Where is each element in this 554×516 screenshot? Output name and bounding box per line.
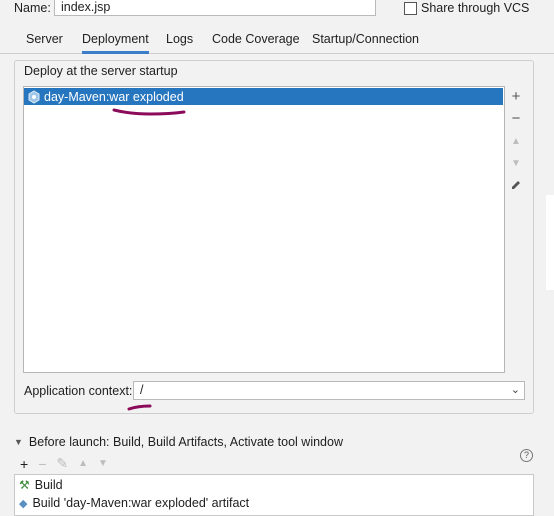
- hammer-icon: ⚒: [19, 478, 30, 492]
- share-vcs-label: Share through VCS: [421, 1, 530, 15]
- before-launch-list[interactable]: ⚒ Build ◆ Build 'day-Maven:war exploded'…: [14, 474, 534, 516]
- before-launch-header[interactable]: ▼ Before launch: Build, Build Artifacts,…: [14, 435, 343, 449]
- underline-annotation: [112, 108, 186, 116]
- edit-icon[interactable]: ✎: [56, 455, 68, 472]
- application-context-field[interactable]: / ⌄: [133, 381, 525, 400]
- name-field[interactable]: index.jsp: [54, 0, 376, 16]
- tab-deployment[interactable]: Deployment: [82, 32, 149, 54]
- move-up-icon[interactable]: ▲: [78, 458, 88, 469]
- move-down-icon[interactable]: ▼: [98, 458, 108, 469]
- before-launch-item-label: Build: [34, 478, 63, 492]
- artifact-icon: [28, 89, 40, 104]
- list-item[interactable]: ⚒ Build: [19, 478, 63, 492]
- tab-code-coverage[interactable]: Code Coverage: [212, 32, 300, 46]
- remove-icon[interactable]: −: [38, 456, 46, 472]
- list-item[interactable]: ◆ Build 'day-Maven:war exploded' artifac…: [19, 496, 249, 510]
- application-context-value: /: [140, 383, 144, 397]
- window-edge: [546, 195, 554, 290]
- list-toolbar: + − ▲ ▼: [506, 88, 526, 198]
- tab-startup-connection[interactable]: Startup/Connection: [312, 32, 419, 46]
- artifact-list[interactable]: [23, 86, 505, 373]
- chevron-down-icon[interactable]: ⌄: [511, 382, 520, 399]
- add-icon[interactable]: +: [20, 456, 28, 472]
- artifact-label: day-Maven:war exploded: [44, 89, 184, 104]
- move-down-icon[interactable]: ▼: [506, 158, 526, 169]
- application-context-label: Application context:: [24, 384, 133, 398]
- collapse-triangle-icon[interactable]: ▼: [14, 437, 23, 447]
- share-vcs-checkbox[interactable]: Share through VCS: [404, 1, 529, 15]
- underline-annotation: [127, 404, 152, 411]
- move-up-icon[interactable]: ▲: [506, 136, 526, 147]
- before-launch-toolbar: + − ✎ ▲ ▼: [20, 455, 108, 472]
- add-icon[interactable]: +: [506, 88, 526, 105]
- list-item[interactable]: day-Maven:war exploded: [24, 88, 503, 105]
- before-launch-item-label: Build 'day-Maven:war exploded' artifact: [32, 496, 250, 510]
- deploy-panel-title: Deploy at the server startup: [24, 64, 178, 78]
- help-icon[interactable]: ?: [520, 449, 533, 462]
- before-launch-label: Before launch: Build, Build Artifacts, A…: [28, 435, 343, 449]
- tab-bar: Server Deployment Logs Code Coverage Sta…: [0, 28, 554, 54]
- artifact-icon: ◆: [19, 497, 28, 510]
- checkbox-box[interactable]: [404, 1, 417, 15]
- edit-icon[interactable]: [506, 178, 526, 195]
- tab-logs[interactable]: Logs: [166, 32, 193, 46]
- name-label: Name:: [14, 1, 51, 15]
- tab-server[interactable]: Server: [26, 32, 63, 46]
- remove-icon[interactable]: −: [506, 110, 526, 127]
